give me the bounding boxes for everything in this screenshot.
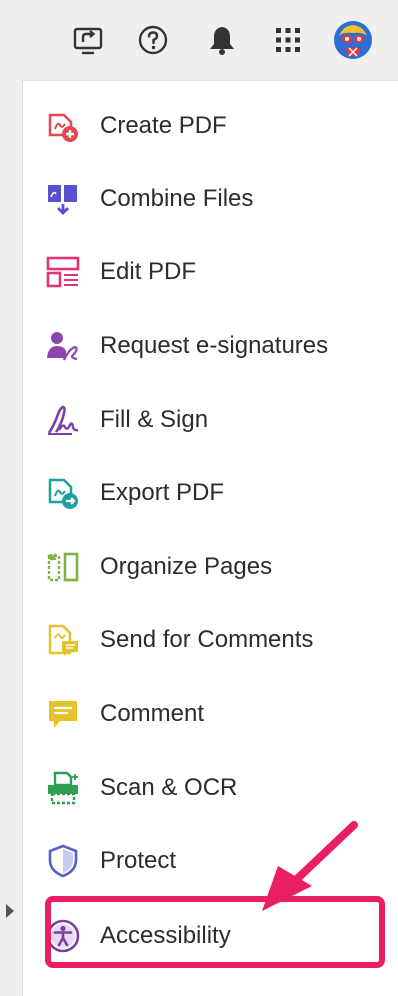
protect-icon xyxy=(45,843,81,879)
fill-sign-icon xyxy=(45,402,81,438)
avatar[interactable] xyxy=(333,20,373,60)
tool-label: Protect xyxy=(100,847,177,874)
apps-grid-icon[interactable] xyxy=(268,20,308,60)
tool-create-pdf[interactable]: Create PDF xyxy=(45,100,375,152)
combine-files-icon xyxy=(45,181,81,217)
tool-label: Edit PDF xyxy=(100,258,197,285)
tool-label: Export PDF xyxy=(100,479,225,506)
tool-comment[interactable]: Comment xyxy=(45,688,375,740)
share-screen-icon[interactable] xyxy=(68,20,108,60)
tool-edit-pdf[interactable]: Edit PDF xyxy=(45,246,375,298)
left-collapse-strip xyxy=(0,80,23,996)
edit-pdf-icon xyxy=(45,254,81,290)
create-pdf-icon xyxy=(45,108,81,144)
help-icon[interactable] xyxy=(133,20,173,60)
tool-protect[interactable]: Protect xyxy=(45,835,375,887)
tool-combine-files[interactable]: Combine Files xyxy=(45,173,375,225)
request-esign-icon xyxy=(45,328,81,364)
tool-request-esignatures[interactable]: Request e-signatures xyxy=(45,320,375,372)
tool-label: Organize Pages xyxy=(100,553,273,580)
send-comments-icon xyxy=(45,622,81,658)
tool-fill-sign[interactable]: Fill & Sign xyxy=(45,394,375,446)
tool-label: Request e-signatures xyxy=(100,332,329,359)
tool-organize-pages[interactable]: Organize Pages xyxy=(45,541,375,593)
tool-label: Create PDF xyxy=(100,112,227,139)
scan-ocr-icon xyxy=(45,770,81,806)
organize-pages-icon xyxy=(45,549,81,585)
tool-label: Scan & OCR xyxy=(100,774,238,801)
tool-export-pdf[interactable]: Export PDF xyxy=(45,467,375,519)
tool-label: Combine Files xyxy=(100,185,254,212)
tool-scan-ocr[interactable]: Scan & OCR xyxy=(45,762,375,814)
export-pdf-icon xyxy=(45,475,81,511)
top-toolbar xyxy=(0,0,398,81)
expand-caret-icon[interactable] xyxy=(6,904,14,918)
tool-label: Send for Comments xyxy=(100,626,314,653)
comment-icon xyxy=(45,696,81,732)
highlight-box xyxy=(45,896,385,968)
tool-send-for-comments[interactable]: Send for Comments xyxy=(45,614,375,666)
tool-label: Comment xyxy=(100,700,205,727)
bell-icon[interactable] xyxy=(202,20,242,60)
tool-label: Fill & Sign xyxy=(100,406,209,433)
